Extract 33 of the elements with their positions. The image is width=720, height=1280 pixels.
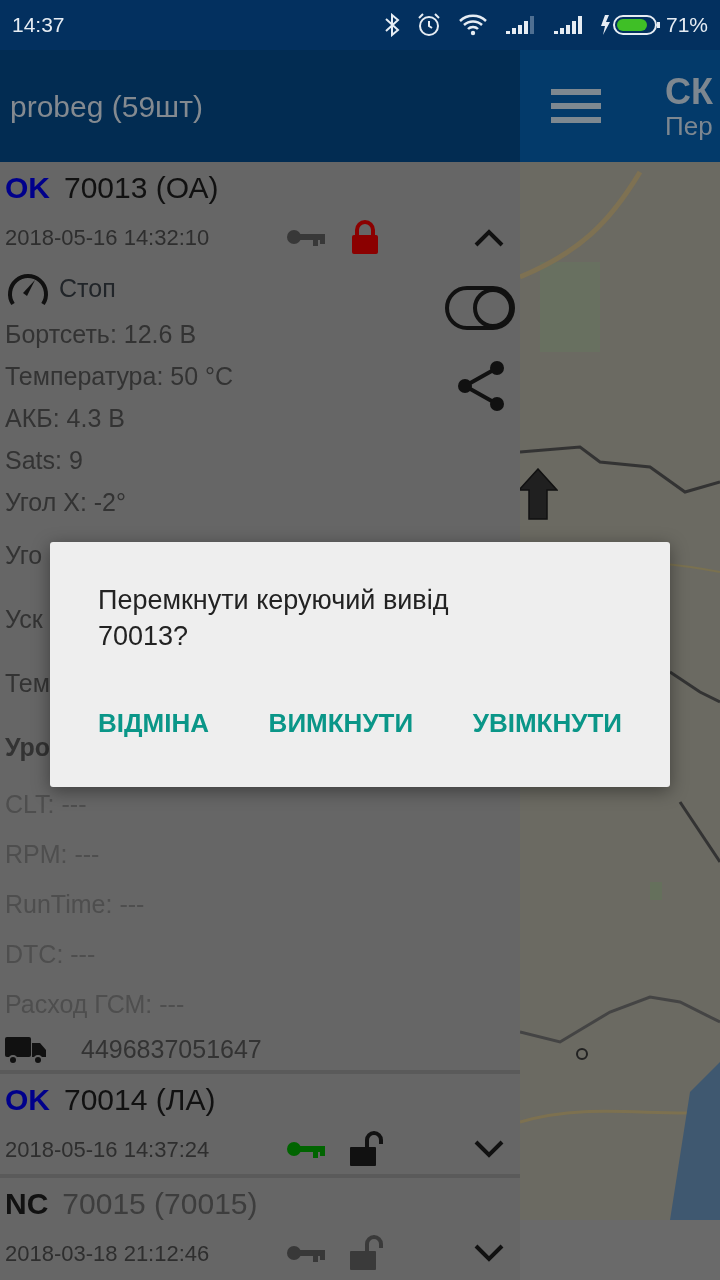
status-label: OK	[5, 1081, 50, 1118]
status-label: NC	[5, 1185, 49, 1222]
dialog-button[interactable]: ВИМКНУТИ	[268, 704, 414, 743]
share-icon[interactable]	[457, 360, 505, 412]
app-title: probeg (59шт)	[10, 88, 203, 125]
signal-icon	[503, 14, 536, 36]
truck-icon	[5, 1035, 47, 1065]
motion-status: Стоп	[59, 273, 116, 305]
clock: 14:37	[12, 12, 65, 39]
arrow-up-icon[interactable]	[520, 468, 558, 520]
timestamp: 2018-05-16 14:37:24	[5, 1135, 211, 1164]
battery-percent: 71%	[665, 12, 708, 39]
status-label: OK	[5, 169, 50, 206]
expand-icon[interactable]	[473, 1243, 505, 1263]
screen-subtitle: Пер	[665, 111, 713, 141]
unlocked-lock-icon[interactable]	[349, 1131, 383, 1167]
unit-name: 70014 (ЛА)	[64, 1081, 216, 1118]
screen-title: СК	[665, 71, 713, 112]
timestamp: 2018-03-18 21:12:46	[5, 1239, 211, 1268]
dialog-message: Перемкнути керуючий вивід 70013?	[98, 584, 450, 653]
timestamp: 2018-05-16 14:32:10	[5, 223, 211, 252]
dialog-button[interactable]: ВІДМІНА	[98, 704, 209, 743]
dialog-button[interactable]: УВІМКНУТИ	[472, 704, 622, 743]
unit-name: 70013 (ОА)	[64, 169, 219, 206]
unlocked-lock-icon[interactable]	[349, 1235, 383, 1271]
battery-icon	[599, 13, 662, 37]
toggle-icon[interactable]	[445, 286, 515, 330]
collapse-icon[interactable]	[473, 227, 505, 247]
expand-icon[interactable]	[473, 1139, 505, 1159]
menu-icon[interactable]	[551, 88, 601, 124]
signal-icon	[551, 14, 584, 36]
wifi-icon	[457, 14, 488, 36]
bluetooth-icon	[383, 13, 400, 37]
